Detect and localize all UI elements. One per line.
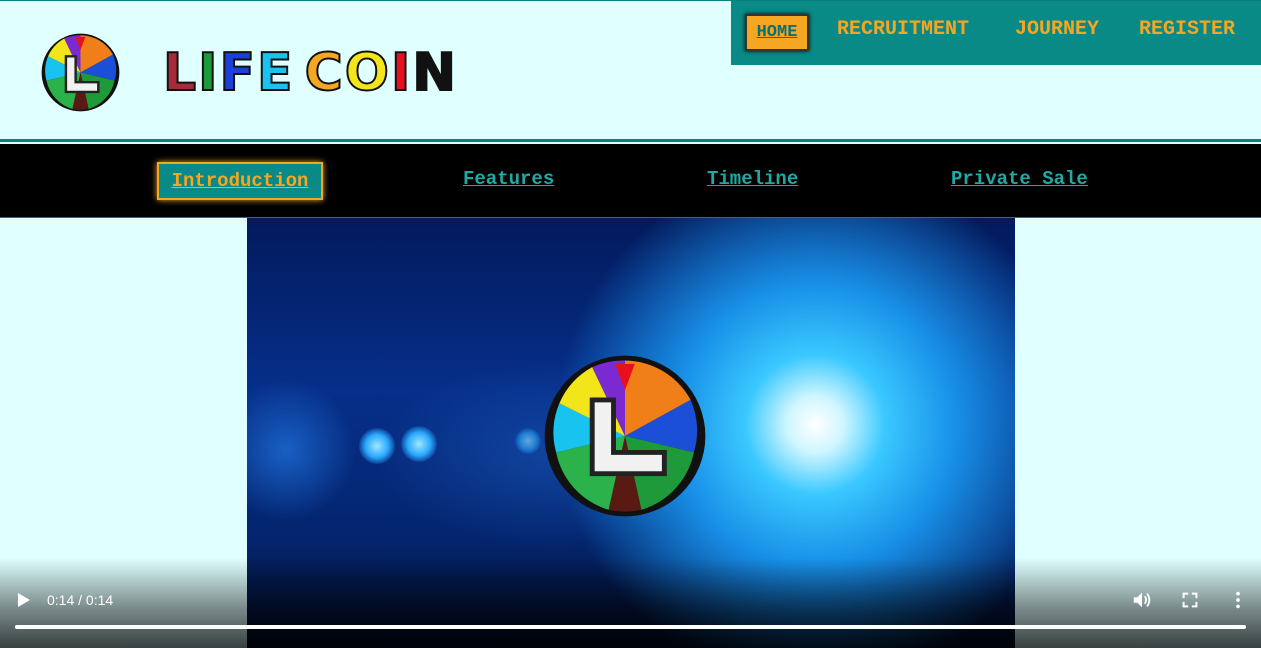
- tab-introduction[interactable]: Introduction: [157, 162, 323, 200]
- top-navigation: HOME RECRUITMENT JOURNEY REGISTER: [731, 1, 1261, 65]
- wordmark-letter: O: [344, 42, 391, 104]
- nav-home-link[interactable]: HOME: [745, 14, 809, 51]
- tab-timeline[interactable]: Timeline: [707, 168, 798, 190]
- video-time-display: 0:14 / 0:14: [47, 592, 114, 608]
- volume-icon[interactable]: [1131, 589, 1153, 611]
- wordmark-letter: E: [256, 42, 295, 104]
- tab-features[interactable]: Features: [463, 168, 554, 190]
- lotus-l-logo-icon: [544, 355, 706, 517]
- more-options-icon[interactable]: [1227, 589, 1249, 611]
- wordmark-letter: N: [411, 42, 458, 104]
- brand-wordmark[interactable]: LIFE COIN: [162, 42, 458, 104]
- wordmark-letter: C: [304, 42, 345, 104]
- wordmark-letter: I: [390, 42, 413, 104]
- tab-private-sale[interactable]: Private Sale: [951, 168, 1088, 190]
- light-orb: [401, 426, 437, 462]
- nav-register-link[interactable]: REGISTER: [1139, 18, 1235, 41]
- section-navigation: Introduction Features Timeline Private S…: [0, 144, 1261, 218]
- nav-journey-link[interactable]: JOURNEY: [1015, 18, 1099, 41]
- nav-recruitment-link[interactable]: RECRUITMENT: [837, 18, 969, 41]
- wordmark-letter: I: [197, 42, 220, 104]
- video-progress-bar[interactable]: [15, 625, 1246, 629]
- video-player[interactable]: 0:14 / 0:14: [0, 218, 1261, 648]
- wordmark-letter: [295, 43, 305, 103]
- fullscreen-icon[interactable]: [1179, 589, 1201, 611]
- play-icon[interactable]: [14, 591, 32, 609]
- wordmark-letter: L: [162, 42, 199, 104]
- lotus-l-logo-icon[interactable]: [40, 32, 121, 113]
- light-orb: [515, 428, 541, 454]
- site-header: LIFE COIN HOME RECRUITMENT JOURNEY REGIS…: [0, 0, 1261, 142]
- video-controls: 0:14 / 0:14: [0, 558, 1261, 648]
- video-progress-fill: [15, 625, 1246, 629]
- wordmark-letter: F: [219, 42, 258, 104]
- light-orb: [359, 428, 395, 464]
